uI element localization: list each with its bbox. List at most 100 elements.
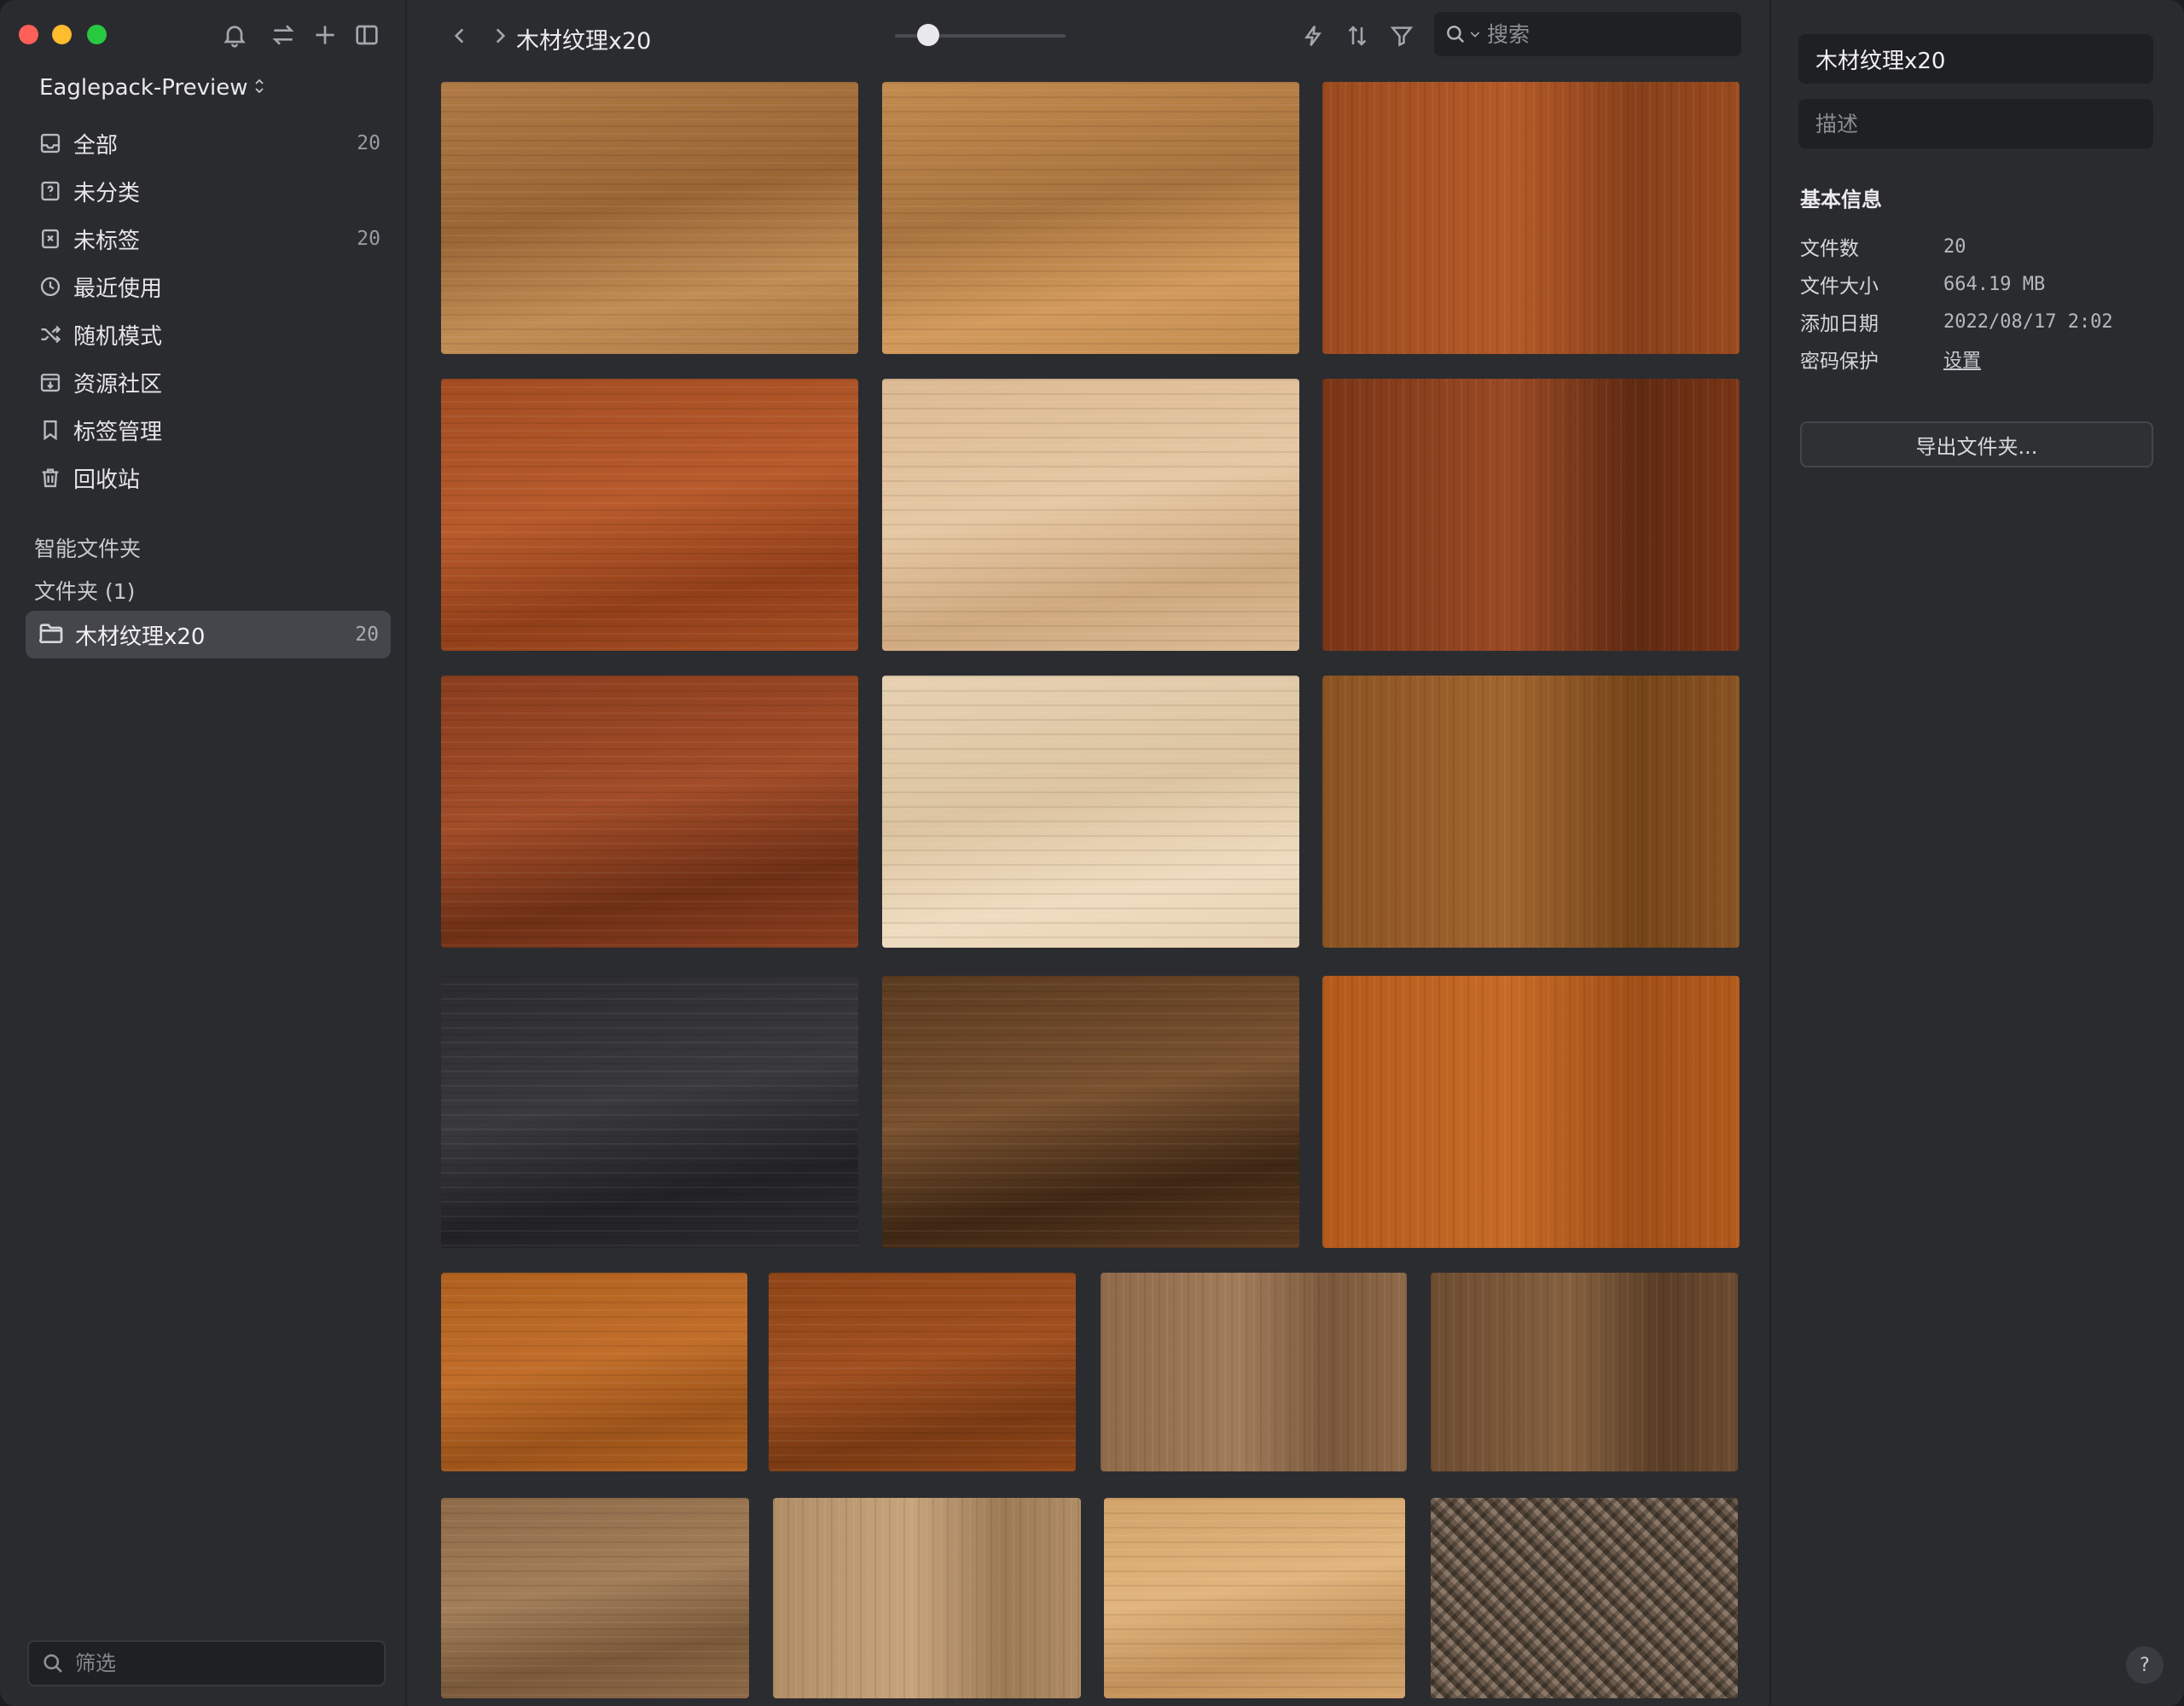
sort-icon[interactable] <box>1340 19 1374 53</box>
sidebar-item-label: 标签管理 <box>73 419 163 445</box>
sidebar: Eaglepack-Preview 全部 20 未分类 未标签 20 最近使用 … <box>0 0 407 1706</box>
info-row-date-added: 添加日期 2022/08/17 2:02 <box>1800 307 2113 336</box>
texture-thumbnail[interactable] <box>882 976 1299 1248</box>
library-name: Eaglepack-Preview <box>39 75 248 101</box>
info-row-file-size: 文件大小 664.19 MB <box>1800 270 2045 299</box>
sidebar-item-label: 全部 <box>73 132 119 159</box>
texture-thumbnail[interactable] <box>1322 676 1740 948</box>
toolbar: 木材纹理x20 <box>409 0 1769 72</box>
sidebar-item-trash[interactable]: 回收站 <box>26 454 392 502</box>
info-key: 文件数 <box>1800 238 1859 260</box>
forward-button[interactable] <box>485 19 515 53</box>
breadcrumb: 木材纹理x20 <box>516 28 652 55</box>
library-switcher[interactable]: Eaglepack-Preview <box>39 75 264 101</box>
sidebar-item-label: 随机模式 <box>73 323 163 350</box>
sidebar-item-random[interactable]: 随机模式 <box>26 310 392 358</box>
export-folder-button[interactable]: 导出文件夹... <box>1800 421 2153 467</box>
filter-input[interactable] <box>75 1651 365 1675</box>
texture-thumbnail[interactable] <box>1322 976 1740 1248</box>
chevron-right-icon <box>496 28 506 44</box>
sidebar-item-label: 回收站 <box>73 467 141 493</box>
plus-icon[interactable] <box>309 19 341 51</box>
minimize-window-button[interactable] <box>52 25 72 44</box>
chevron-left-icon <box>454 28 464 44</box>
smart-folders-heading[interactable]: 智能文件夹 <box>34 532 141 563</box>
maximize-window-button[interactable] <box>87 25 107 44</box>
bookmark-icon <box>38 417 63 443</box>
sidebar-item-tags[interactable]: 标签管理 <box>26 406 392 454</box>
lightning-icon[interactable] <box>1296 19 1330 53</box>
texture-thumbnail[interactable] <box>1104 1498 1405 1698</box>
sidebar-folder-wood-textures[interactable]: 木材纹理x20 20 <box>26 611 391 659</box>
texture-thumbnail[interactable] <box>882 379 1299 651</box>
texture-thumbnail[interactable] <box>441 676 858 948</box>
download-box-icon <box>38 369 63 395</box>
info-key: 密码保护 <box>1800 351 1879 373</box>
sidebar-item-label: 最近使用 <box>73 276 163 302</box>
main-content: 木材纹理x20 <box>409 0 1769 1706</box>
sidebar-item-count: 20 <box>357 132 380 154</box>
info-value: 2022/08/17 2:02 <box>1943 310 2113 333</box>
sync-icon[interactable] <box>267 19 299 51</box>
close-window-button[interactable] <box>19 25 38 44</box>
texture-thumbnail[interactable] <box>1101 1273 1407 1471</box>
texture-thumbnail[interactable] <box>441 1498 749 1698</box>
filter-icon[interactable] <box>1385 19 1419 53</box>
texture-thumbnail[interactable] <box>882 82 1299 354</box>
trash-icon <box>38 465 63 490</box>
folder-count: 20 <box>355 624 379 646</box>
folder-label: 木材纹理x20 <box>75 624 206 650</box>
texture-thumbnail[interactable] <box>769 1273 1076 1471</box>
bell-icon[interactable] <box>218 19 251 51</box>
sidebar-item-uncategorized[interactable]: 未分类 <box>26 167 392 215</box>
info-key: 添加日期 <box>1800 313 1879 335</box>
texture-thumbnail[interactable] <box>441 1273 747 1471</box>
sidebar-item-community[interactable]: 资源社区 <box>26 358 392 406</box>
search-input[interactable] <box>1487 21 1717 47</box>
texture-thumbnail[interactable] <box>1322 379 1740 651</box>
info-value: 20 <box>1943 235 1966 258</box>
slider-knob[interactable] <box>917 24 939 46</box>
texture-thumbnail[interactable] <box>1431 1498 1738 1698</box>
sidebar-toggle-icon[interactable] <box>351 19 383 51</box>
inbox-icon <box>38 131 63 156</box>
sidebar-filter <box>27 1640 386 1686</box>
folder-icon <box>38 619 65 650</box>
thumbnail-size-slider[interactable] <box>895 24 1066 46</box>
info-row-password: 密码保护 设置 <box>1800 345 1981 374</box>
unsorted-icon <box>38 178 63 204</box>
texture-thumbnail[interactable] <box>773 1498 1081 1698</box>
folder-name-field[interactable]: 木材纹理x20 <box>1798 34 2153 84</box>
texture-thumbnail[interactable] <box>441 976 858 1248</box>
texture-thumbnail[interactable] <box>1431 1273 1738 1471</box>
chevron-down-icon[interactable] <box>1468 27 1482 41</box>
sidebar-item-count: 20 <box>357 228 380 250</box>
app-window: Eaglepack-Preview 全部 20 未分类 未标签 20 最近使用 … <box>0 0 2184 1706</box>
set-password-link[interactable]: 设置 <box>1943 345 1981 373</box>
info-section-title: 基本信息 <box>1800 188 1882 212</box>
sidebar-item-label: 资源社区 <box>73 371 163 397</box>
sidebar-item-label: 未分类 <box>73 180 141 206</box>
sidebar-item-recent[interactable]: 最近使用 <box>26 263 392 310</box>
inspector-panel: 木材纹理x20 基本信息 文件数 20 文件大小 664.19 MB 添加日期 … <box>1769 0 2184 1706</box>
shuffle-icon <box>38 322 63 347</box>
sidebar-item-all[interactable]: 全部 20 <box>26 119 392 167</box>
sidebar-item-label: 未标签 <box>73 228 141 254</box>
description-field[interactable] <box>1798 99 2153 148</box>
texture-thumbnail[interactable] <box>882 676 1299 948</box>
untagged-icon <box>38 226 63 252</box>
folders-heading[interactable]: 文件夹 (1) <box>34 575 135 606</box>
back-button[interactable] <box>444 19 475 53</box>
clock-icon <box>38 274 63 299</box>
sidebar-nav: 全部 20 未分类 未标签 20 最近使用 随机模式 资源社区 标签管理 回收站 <box>26 119 392 502</box>
help-button[interactable]: ? <box>2126 1646 2164 1684</box>
texture-thumbnail[interactable] <box>441 379 858 651</box>
search-box <box>1434 12 1741 56</box>
info-row-file-count: 文件数 20 <box>1800 232 1966 261</box>
texture-thumbnail[interactable] <box>441 82 858 354</box>
sidebar-item-untagged[interactable]: 未标签 20 <box>26 215 392 263</box>
search-icon[interactable] <box>1444 23 1467 45</box>
texture-thumbnail[interactable] <box>1322 82 1740 354</box>
chevron-updown-icon <box>254 78 264 98</box>
info-value: 664.19 MB <box>1943 273 2046 295</box>
